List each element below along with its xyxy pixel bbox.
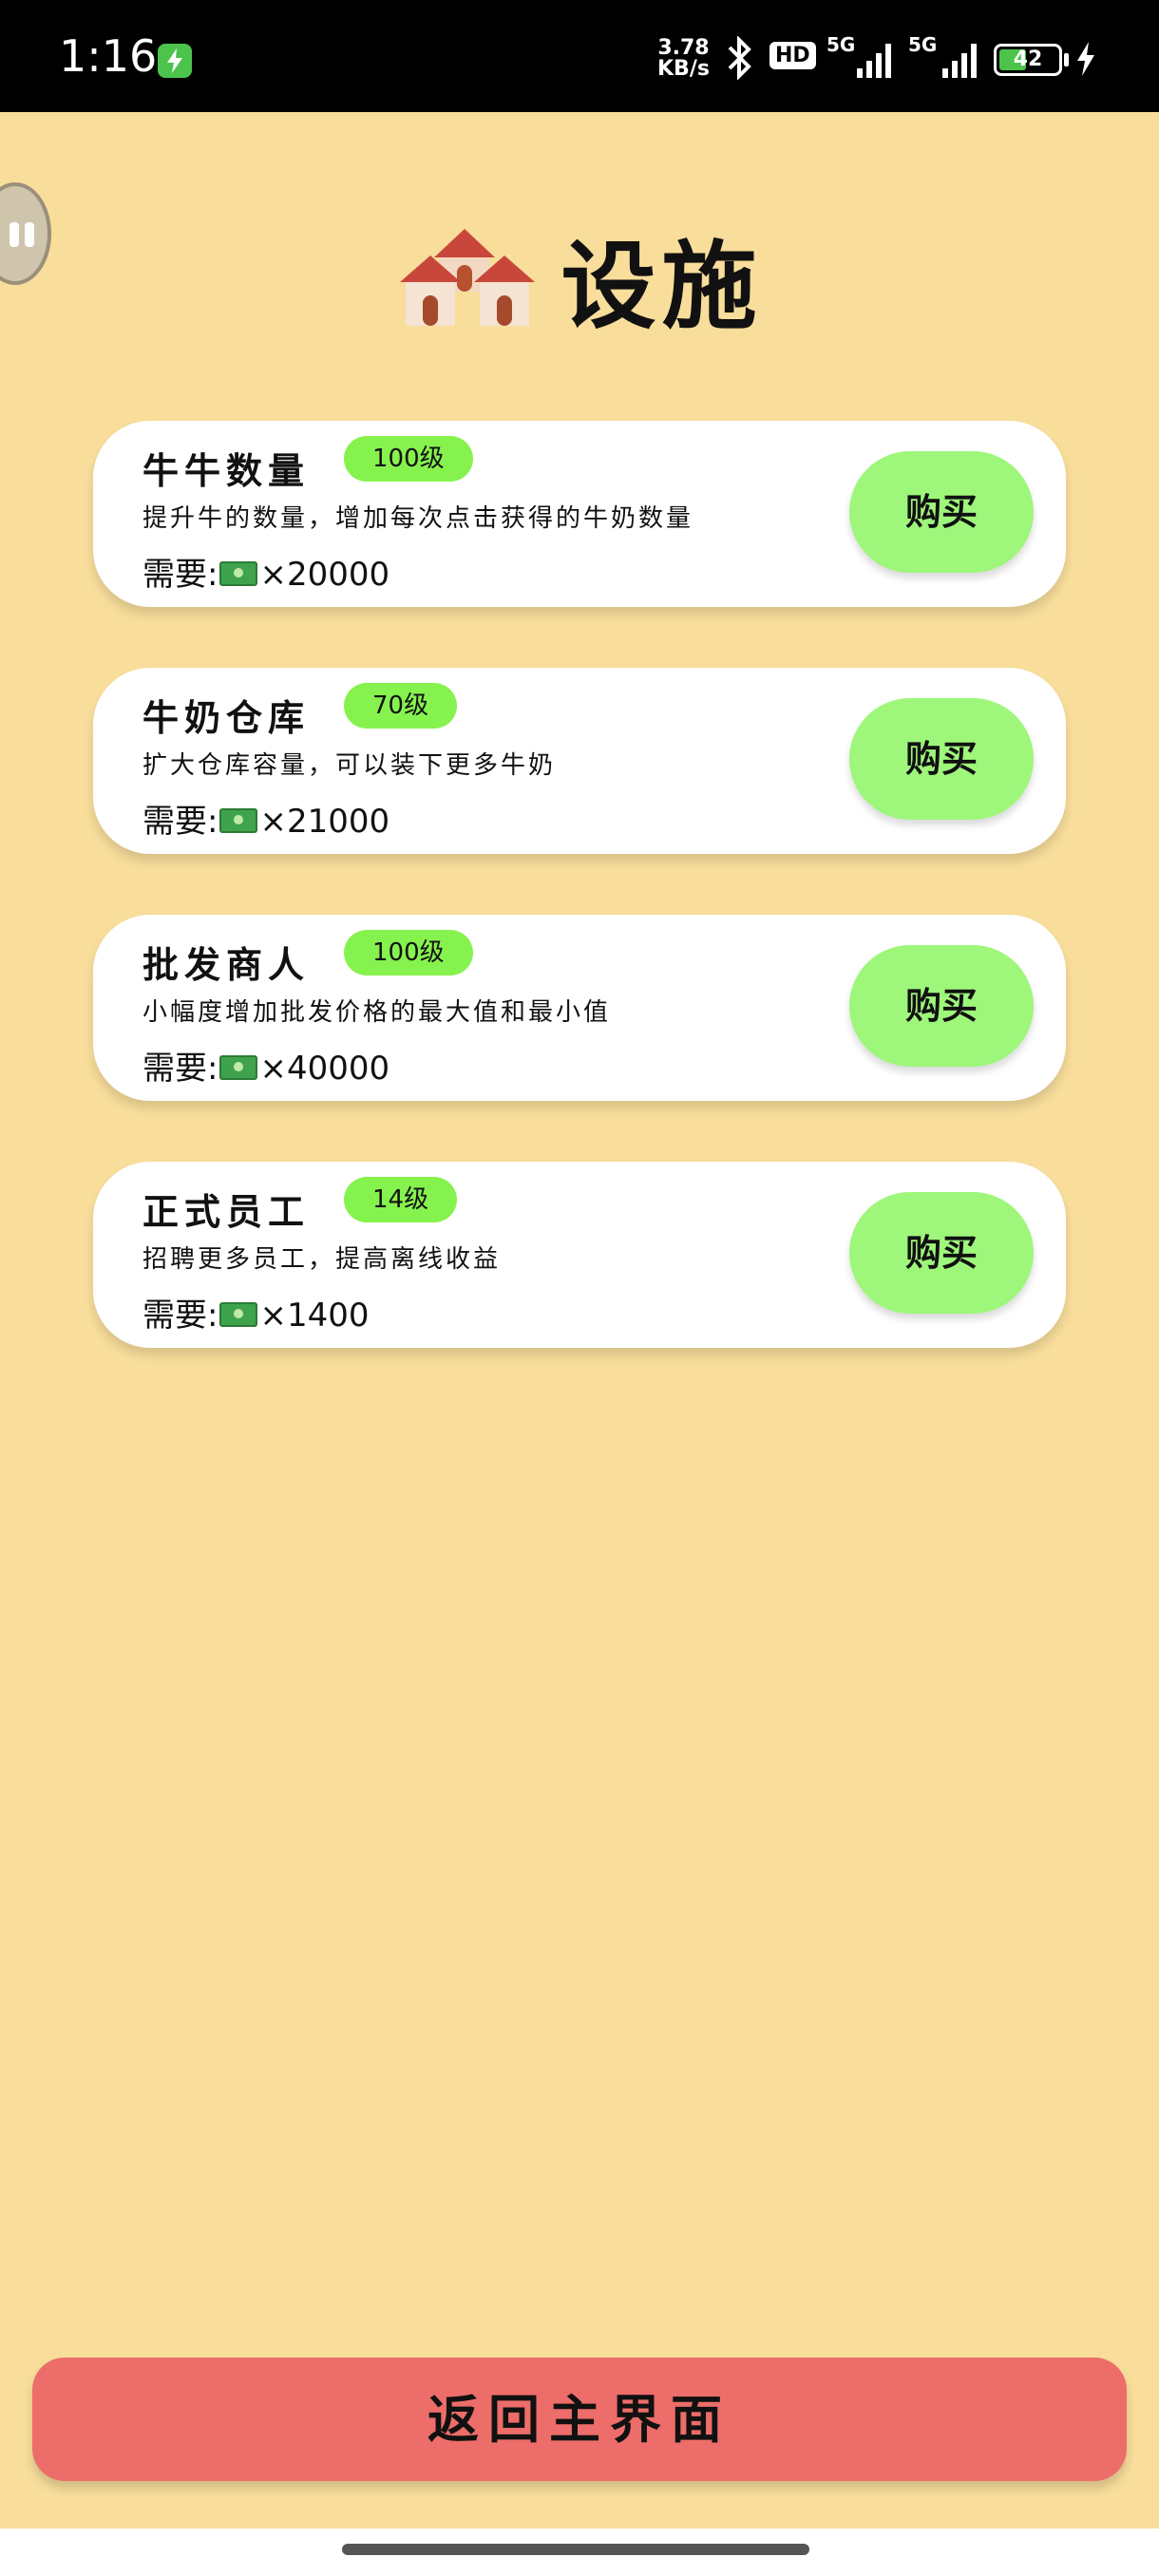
hd-voice-badge: HD [770, 42, 816, 69]
level-badge: 100级 [344, 436, 473, 482]
cost-amount: ×40000 [259, 1050, 390, 1088]
cost-amount: ×20000 [259, 556, 390, 594]
home-gesture-handle[interactable] [342, 2544, 809, 2555]
money-icon [219, 807, 258, 833]
charging-app-icon [158, 44, 192, 78]
bluetooth-icon [726, 35, 754, 84]
facility-name: 正式员工 [142, 1190, 311, 1233]
facility-name: 牛奶仓库 [142, 696, 311, 739]
facility-card-wholesaler: 批发商人 100级 小幅度增加批发价格的最大值和最小值 需要: ×40000 购买 [93, 915, 1066, 1101]
level-badge: 100级 [344, 930, 473, 975]
houses-icon [396, 219, 539, 337]
facility-cost: 需要: ×1400 [142, 1289, 369, 1335]
buy-button[interactable]: 购买 [849, 698, 1034, 820]
money-icon [219, 1301, 258, 1327]
facility-card-milk-warehouse: 牛奶仓库 70级 扩大仓库容量，可以装下更多牛奶 需要: ×21000 购买 [93, 668, 1066, 854]
cost-prefix: 需要: [142, 803, 218, 841]
facility-description: 小幅度增加批发价格的最大值和最小值 [142, 998, 612, 1027]
svg-text:5G: 5G [908, 33, 937, 56]
cost-prefix: 需要: [142, 556, 218, 594]
cost-prefix: 需要: [142, 1050, 218, 1088]
facility-description: 提升牛的数量，增加每次点击获得的牛奶数量 [142, 504, 694, 533]
page-title: 设施 [560, 230, 763, 342]
money-icon [219, 560, 258, 586]
buy-button[interactable]: 购买 [849, 1192, 1034, 1314]
facility-cost: 需要: ×21000 [142, 795, 390, 842]
network-speed: 3.78 KB/s [657, 38, 710, 80]
return-main-button[interactable]: 返回主界面 [32, 2358, 1127, 2481]
facility-cost: 需要: ×20000 [142, 548, 390, 595]
facility-description: 扩大仓库容量，可以装下更多牛奶 [142, 751, 557, 780]
signal-icon-2: 5G [908, 32, 984, 85]
facility-card-staff: 正式员工 14级 招聘更多员工，提高离线收益 需要: ×1400 购买 [93, 1162, 1066, 1348]
cost-amount: ×21000 [259, 803, 390, 841]
buy-button[interactable]: 购买 [849, 451, 1034, 573]
facility-card-cow-count: 牛牛数量 100级 提升牛的数量，增加每次点击获得的牛奶数量 需要: ×20000… [93, 421, 1066, 607]
level-badge: 70级 [344, 683, 458, 729]
network-speed-unit: KB/s [657, 57, 710, 81]
signal-icon-1: 5G [826, 32, 897, 85]
page-header: 设施 [0, 209, 1159, 347]
battery-tip [1064, 53, 1069, 66]
money-icon [219, 1054, 258, 1080]
network-speed-value: 3.78 [657, 36, 710, 60]
facility-description: 招聘更多员工，提高离线收益 [142, 1245, 502, 1274]
facility-cost: 需要: ×40000 [142, 1042, 390, 1089]
facility-name: 牛牛数量 [142, 449, 311, 492]
svg-text:5G: 5G [826, 33, 855, 56]
status-time: 1:16 [59, 30, 158, 82]
facility-name: 批发商人 [142, 943, 311, 986]
navigation-bar [0, 2529, 1159, 2576]
battery-level: 42 [1013, 47, 1043, 71]
cost-amount: ×1400 [259, 1297, 370, 1335]
battery-icon: 42 [994, 44, 1062, 76]
cost-prefix: 需要: [142, 1297, 218, 1335]
charging-bolt-icon [1075, 42, 1096, 80]
buy-button[interactable]: 购买 [849, 945, 1034, 1067]
level-badge: 14级 [344, 1177, 458, 1222]
status-bar: 1:16 3.78 KB/s HD 5G 5G 42 [0, 0, 1159, 112]
